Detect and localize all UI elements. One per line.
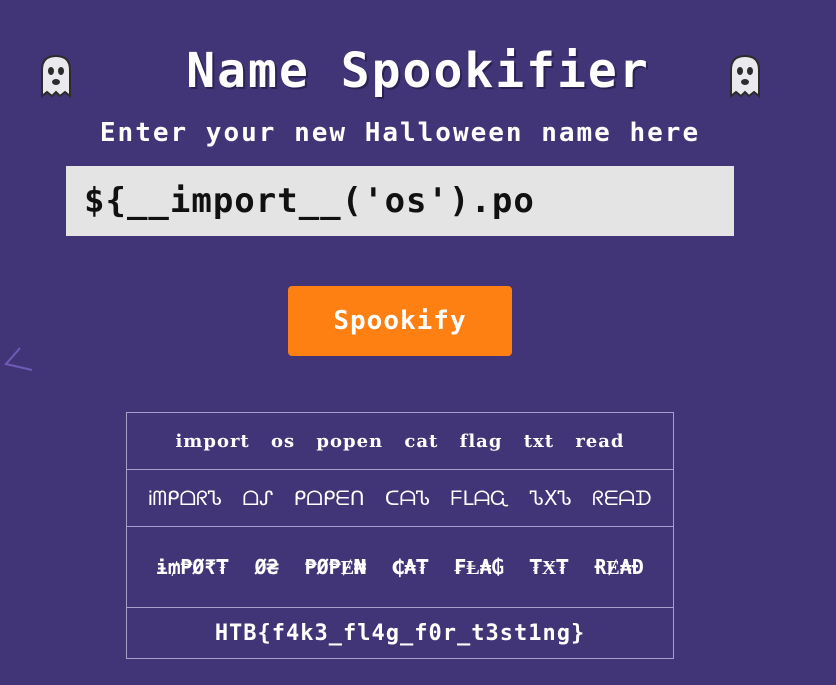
result-cell: ᎥᗰᑭᗝᖇᏖ ᗝᔑ ᑭᗝᑭᗴᑎ ᑕᗩᏖ ᖴᒪᗩᏩ ᏖXᏖ ᖇᗴᗩᗪ	[126, 469, 674, 527]
result-cell: HTB{f4k3_fl4g_f0r_t3st1ng}	[126, 607, 674, 659]
page-header: Name Spookifier	[0, 38, 836, 108]
table-row: HTB{f4k3_fl4g_f0r_t3st1ng}	[126, 607, 674, 659]
table-row: import os popen cat flag txt read	[126, 412, 674, 470]
result-cell: ɨ₥₱Ø₹₮ Ø₴ ₱Ø₱Ɇ₦ ₵₳₮ ₣Ⱡ₳₲ ₮Ӿ₮ ɌɆ₳Đ	[126, 526, 674, 608]
page-title: Name Spookifier	[186, 43, 650, 99]
spookify-button[interactable]: Spookify	[288, 286, 512, 356]
name-input[interactable]	[66, 166, 734, 236]
decorative-scribble	[4, 347, 33, 371]
results-table: import os popen cat flag txt read ᎥᗰᑭᗝᖇᏖ…	[126, 412, 674, 659]
table-row: ɨ₥₱Ø₹₮ Ø₴ ₱Ø₱Ɇ₦ ₵₳₮ ₣Ⱡ₳₲ ₮Ӿ₮ ɌɆ₳Đ	[126, 526, 674, 608]
page-subtitle: Enter your new Halloween name here	[99, 118, 701, 148]
table-row: ᎥᗰᑭᗝᖇᏖ ᗝᔑ ᑭᗝᑭᗴᑎ ᑕᗩᏖ ᖴᒪᗩᏩ ᏖXᏖ ᖇᗴᗩᗪ	[126, 469, 674, 527]
ghost-icon	[730, 54, 760, 99]
result-cell: import os popen cat flag txt read	[126, 412, 674, 470]
